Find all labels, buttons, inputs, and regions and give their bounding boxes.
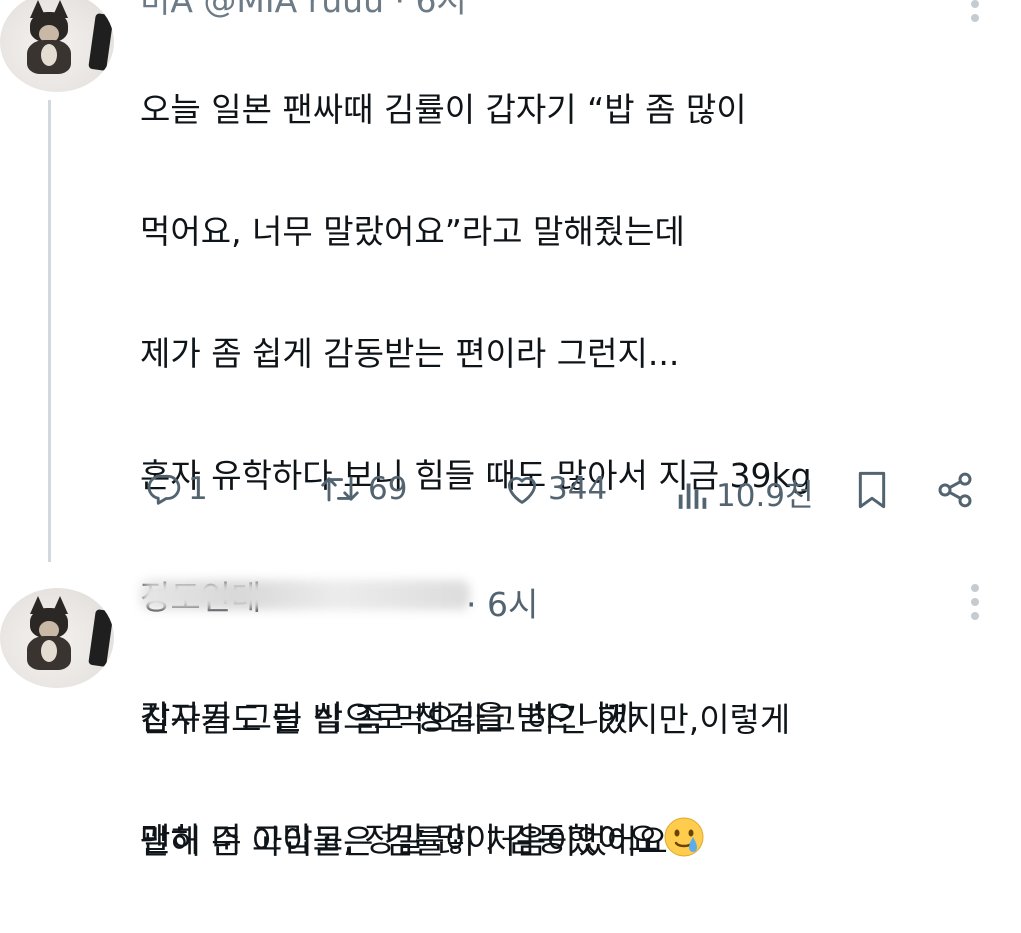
share-icon xyxy=(938,472,972,508)
tweet-line: 괜히 더 고맙고, 정말 많이 감동했어요 xyxy=(140,820,659,859)
tweet-line: 오늘 일본 팬싸때 김률이 갑자기 “밥 좀 많이 xyxy=(140,90,747,129)
views-button[interactable]: 10.9천 xyxy=(676,470,814,515)
share-button[interactable] xyxy=(935,470,975,510)
tweet-line: 먹어요, 너무 말랐어요”라고 말해줬는데 xyxy=(140,212,685,251)
crying-smiling-face-icon xyxy=(664,817,704,857)
heart-icon xyxy=(507,477,537,504)
more-icon[interactable] xyxy=(970,584,980,626)
like-button[interactable]: 344 xyxy=(502,470,607,508)
view-count: 10.9천 xyxy=(716,478,814,514)
tweet-line: 갑자기 그런 식으로 챙김을 받으니까 xyxy=(140,698,638,737)
bookmark-button[interactable] xyxy=(855,470,889,510)
like-count: 344 xyxy=(548,471,608,507)
reply-count: 1 xyxy=(188,471,208,507)
tweet-time: · 6시 xyxy=(466,585,539,624)
bookmark-icon xyxy=(858,471,886,509)
retweet-icon xyxy=(321,476,359,502)
blurred-username xyxy=(140,580,470,610)
views-icon xyxy=(678,483,707,509)
tweet-line: 제가 좀 쉽게 감동받는 편이라 그런지... xyxy=(140,334,680,373)
avatar[interactable] xyxy=(0,588,114,688)
reply-icon xyxy=(147,474,181,505)
thread-line xyxy=(48,100,51,562)
retweet-count: 69 xyxy=(368,471,408,507)
tweet-actions: 1 69 344 10.9천 xyxy=(140,470,990,520)
avatar[interactable] xyxy=(0,0,114,92)
retweet-button[interactable]: 69 xyxy=(318,470,407,508)
tweet-text: 갑자기 그런 식으로 챙김을 받으니까 괜히 더 고맙고, 정말 많이 감동했어… xyxy=(140,626,1000,931)
reply-button[interactable]: 1 xyxy=(144,470,208,508)
